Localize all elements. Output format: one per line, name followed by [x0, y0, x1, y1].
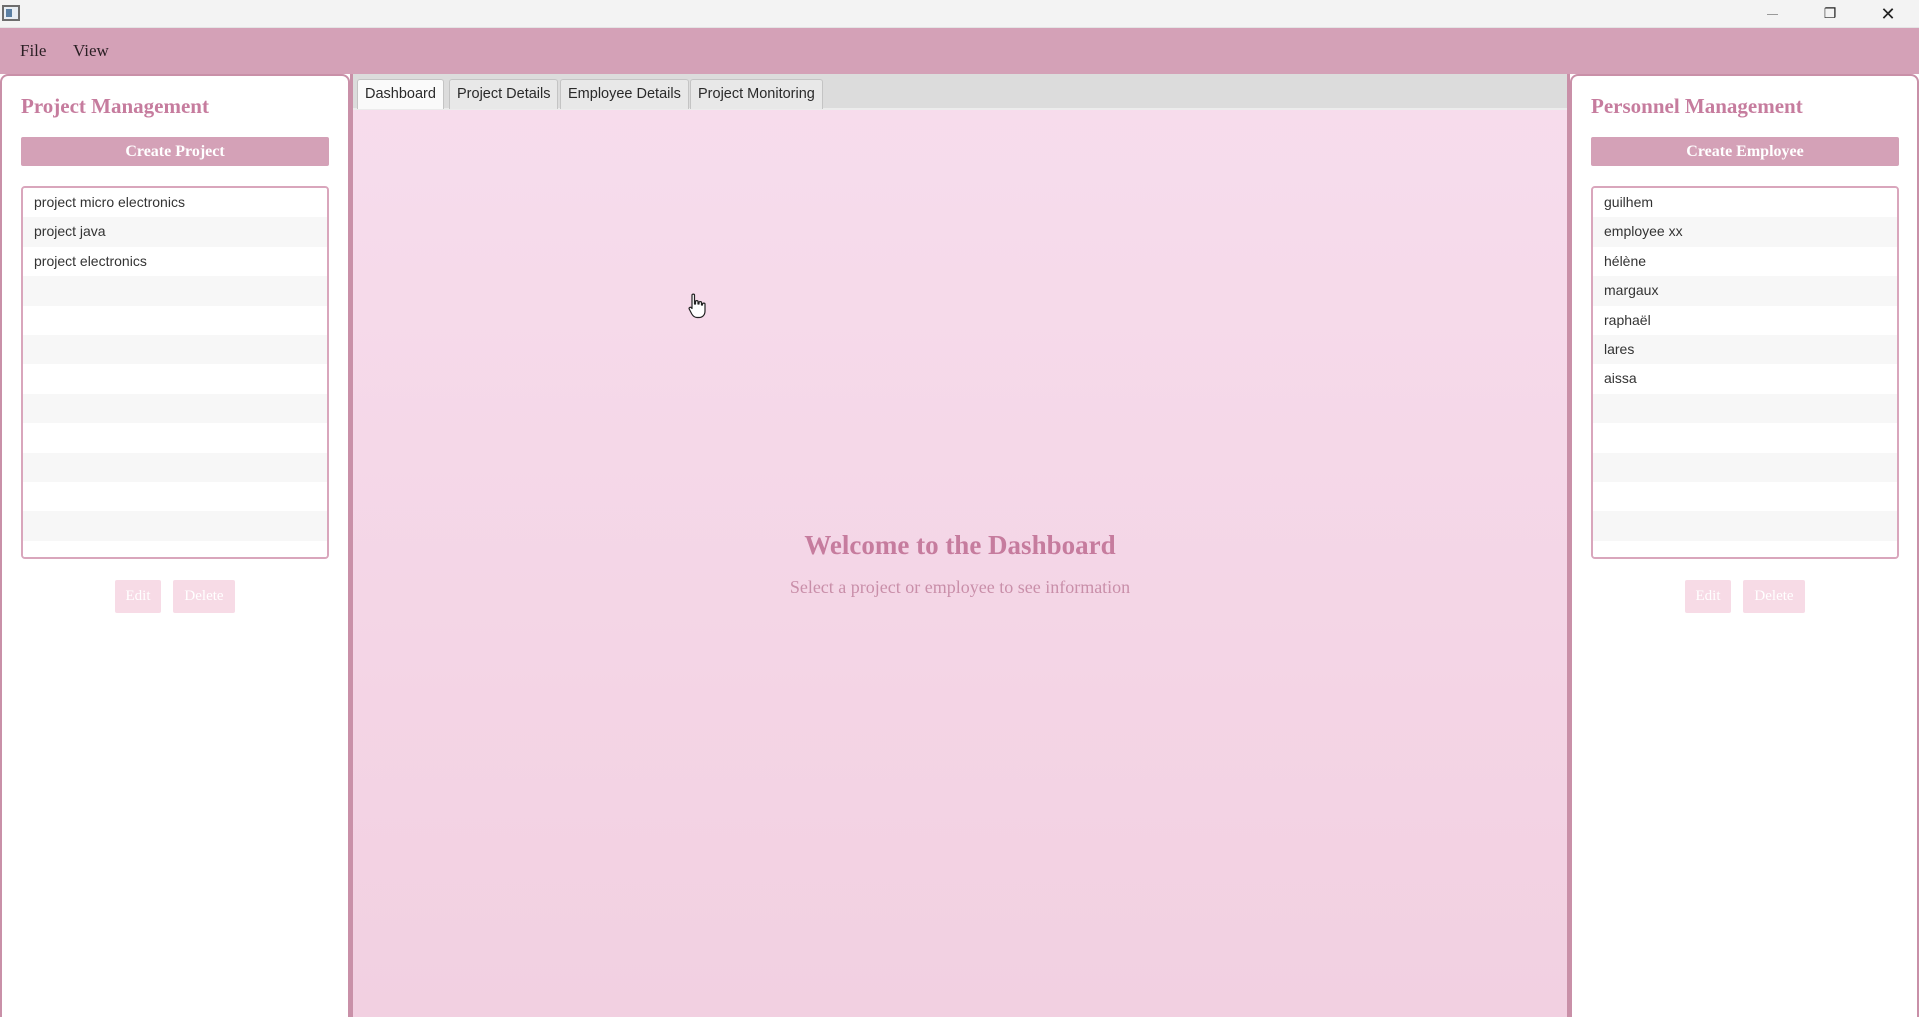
tab-bar: Dashboard Project Details Employee Detai… — [353, 74, 1567, 110]
list-item[interactable] — [23, 452, 327, 482]
restore-icon: ❐ — [1823, 6, 1837, 22]
panel-title: Personnel Management — [1591, 94, 1803, 118]
close-icon: ✕ — [1880, 3, 1896, 25]
title-bar: ❐ ✕ — [0, 0, 1919, 28]
list-item[interactable]: margaux — [1593, 276, 1897, 306]
list-item[interactable]: aissa — [1593, 364, 1897, 394]
project-list[interactable]: project micro electronics project java p… — [21, 186, 329, 559]
list-item[interactable] — [23, 305, 327, 335]
list-item[interactable] — [23, 334, 327, 365]
tab-employee-details[interactable]: Employee Details — [560, 79, 689, 109]
list-item[interactable] — [1593, 393, 1897, 424]
project-management-panel: Project Management Create Project projec… — [0, 74, 350, 1017]
delete-employee-button[interactable]: Delete — [1743, 580, 1805, 613]
close-button[interactable]: ✕ — [1859, 0, 1917, 28]
tab-dashboard[interactable]: Dashboard — [357, 79, 444, 109]
list-item[interactable] — [23, 276, 327, 306]
minimize-button[interactable] — [1743, 0, 1801, 28]
list-item[interactable] — [23, 423, 327, 453]
list-item[interactable]: project electronics — [23, 246, 327, 277]
tab-project-details[interactable]: Project Details — [449, 79, 559, 109]
edit-employee-button[interactable]: Edit — [1685, 580, 1731, 613]
list-item[interactable]: project micro electronics — [23, 188, 327, 218]
welcome-title: Welcome to the Dashboard — [804, 530, 1116, 560]
create-project-button[interactable]: Create Project — [21, 137, 329, 166]
list-item[interactable]: guilhem — [1593, 188, 1897, 218]
menu-bar: File View — [0, 28, 1919, 74]
create-employee-button[interactable]: Create Employee — [1591, 137, 1899, 166]
main-content: Dashboard Project Details Employee Detai… — [350, 74, 1570, 1017]
tab-project-monitoring[interactable]: Project Monitoring — [690, 79, 823, 109]
delete-project-button[interactable]: Delete — [173, 580, 235, 613]
list-item[interactable] — [1593, 540, 1897, 557]
personnel-management-panel: Personnel Management Create Employee gui… — [1570, 74, 1919, 1017]
list-item[interactable] — [1593, 423, 1897, 453]
menu-file[interactable]: File — [16, 36, 50, 66]
app-icon — [2, 5, 20, 21]
welcome-subtitle: Select a project or employee to see info… — [789, 577, 1131, 597]
list-item[interactable] — [1593, 511, 1897, 541]
list-item[interactable]: employee xx — [1593, 217, 1897, 247]
list-item[interactable] — [1593, 481, 1897, 512]
list-item[interactable]: project java — [23, 217, 327, 247]
list-item[interactable] — [1593, 452, 1897, 482]
list-item[interactable] — [23, 481, 327, 512]
list-item[interactable] — [23, 540, 327, 557]
hand-cursor-icon — [688, 293, 706, 319]
list-item[interactable]: hélène — [1593, 246, 1897, 277]
list-item[interactable] — [23, 511, 327, 541]
menu-view[interactable]: View — [69, 36, 113, 66]
list-item[interactable]: lares — [1593, 334, 1897, 365]
list-item[interactable] — [23, 364, 327, 394]
edit-project-button[interactable]: Edit — [115, 580, 161, 613]
panel-title: Project Management — [21, 94, 209, 118]
list-item[interactable]: raphaël — [1593, 305, 1897, 335]
restore-button[interactable]: ❐ — [1801, 0, 1859, 28]
list-item[interactable] — [23, 393, 327, 424]
employee-list[interactable]: guilhem employee xx hélène margaux rapha… — [1591, 186, 1899, 559]
